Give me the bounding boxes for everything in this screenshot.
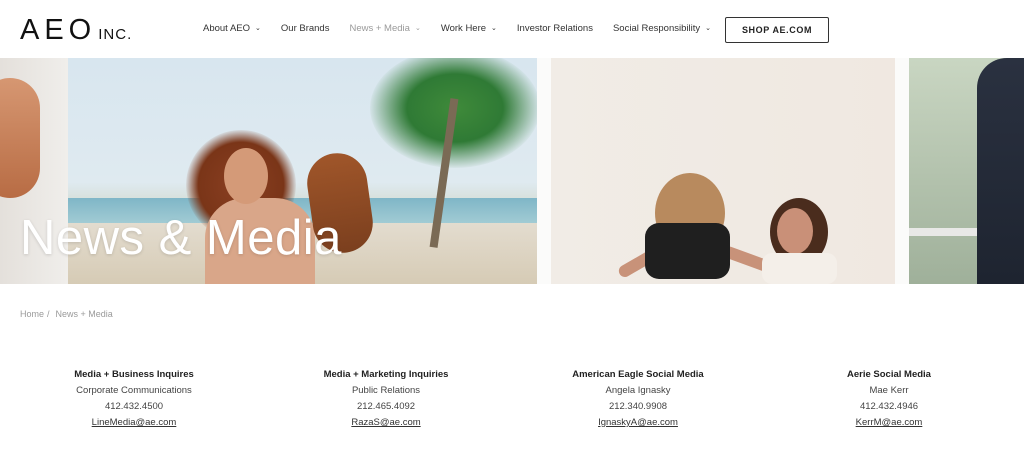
frame-divider [537,58,551,284]
breadcrumb-home-link[interactable]: Home [20,309,44,319]
nav-item-news-media[interactable]: News + Media ⌄ [349,23,420,34]
orange-object-shape [0,78,40,198]
contact-email-link[interactable]: IgnaskyA@ae.com [523,417,753,428]
partial-person-shape [977,58,1024,284]
breadcrumb-current: News + Media [55,309,113,319]
contact-title: Media + Business Inquires [74,369,194,380]
contact-email-link[interactable]: KerrM@ae.com [774,417,1004,428]
contact-name: Angela Ignasky [605,385,671,396]
model-top-shape [645,223,730,279]
chevron-down-icon: ⌄ [705,24,711,32]
chevron-down-icon: ⌄ [414,24,421,32]
page-title: News & Media [20,211,342,265]
shop-ae-button[interactable]: SHOP AE.COM [725,17,829,43]
model-face-shape [224,148,268,204]
hero-banner: News & Media [0,58,1024,284]
breadcrumb: Home / News + Media [20,309,113,319]
contact-name: Corporate Communications [76,385,192,396]
contact-block: Media + Marketing Inquiries Public Relat… [271,369,501,433]
breadcrumb-separator: / [47,309,50,319]
aeo-logo[interactable]: AEO INC. [20,14,132,47]
contact-phone: 412.432.4500 [104,401,164,412]
contact-phone: 212.465.4092 [356,401,416,412]
logo-sub-text: INC. [98,26,133,43]
contact-title: Media + Marketing Inquiries [323,369,449,380]
site-header: AEO INC. About AEO ⌄ Our Brands News + M… [0,0,1024,58]
nav-item-label: Our Brands [280,23,330,34]
nav-item-social-responsibility[interactable]: Social Responsibility ⌄ [613,23,711,34]
contact-name: Public Relations [351,385,421,396]
hero-image-studio [537,58,1024,284]
nav-item-about-aeo[interactable]: About AEO ⌄ [203,23,261,34]
model-top-shape [762,253,837,284]
nav-item-investor-relations[interactable]: Investor Relations [517,23,593,34]
nav-item-label: Work Here [440,23,487,34]
contact-title: American Eagle Social Media [572,369,704,380]
chevron-down-icon: ⌄ [491,24,497,32]
contact-block: Media + Business Inquires Corporate Comm… [19,369,249,433]
contact-phone: 212.340.9908 [608,401,668,412]
contact-email-link[interactable]: RazaS@ae.com [271,417,501,428]
main-nav: About AEO ⌄ Our Brands News + Media ⌄ Wo… [203,23,731,34]
nav-item-our-brands[interactable]: Our Brands [281,23,330,34]
contact-block: American Eagle Social Media Angela Ignas… [523,369,753,433]
contact-block: Aerie Social Media Mae Kerr 412.432.4946… [774,369,1004,433]
frame-divider [895,58,909,284]
nav-item-label: News + Media [349,23,410,34]
nav-item-label: About AEO [203,23,251,34]
chevron-down-icon: ⌄ [255,24,261,32]
nav-item-label: Investor Relations [516,23,593,34]
contact-title: Aerie Social Media [847,369,931,380]
nav-item-work-here[interactable]: Work Here ⌄ [441,23,497,34]
logo-main-text: AEO [20,14,97,46]
contact-name: Mae Kerr [869,385,909,396]
contact-email-link[interactable]: LineMedia@ae.com [19,417,249,428]
model-face-shape [777,208,813,254]
contact-phone: 412.432.4946 [859,401,919,412]
nav-item-label: Social Responsibility [612,23,701,34]
